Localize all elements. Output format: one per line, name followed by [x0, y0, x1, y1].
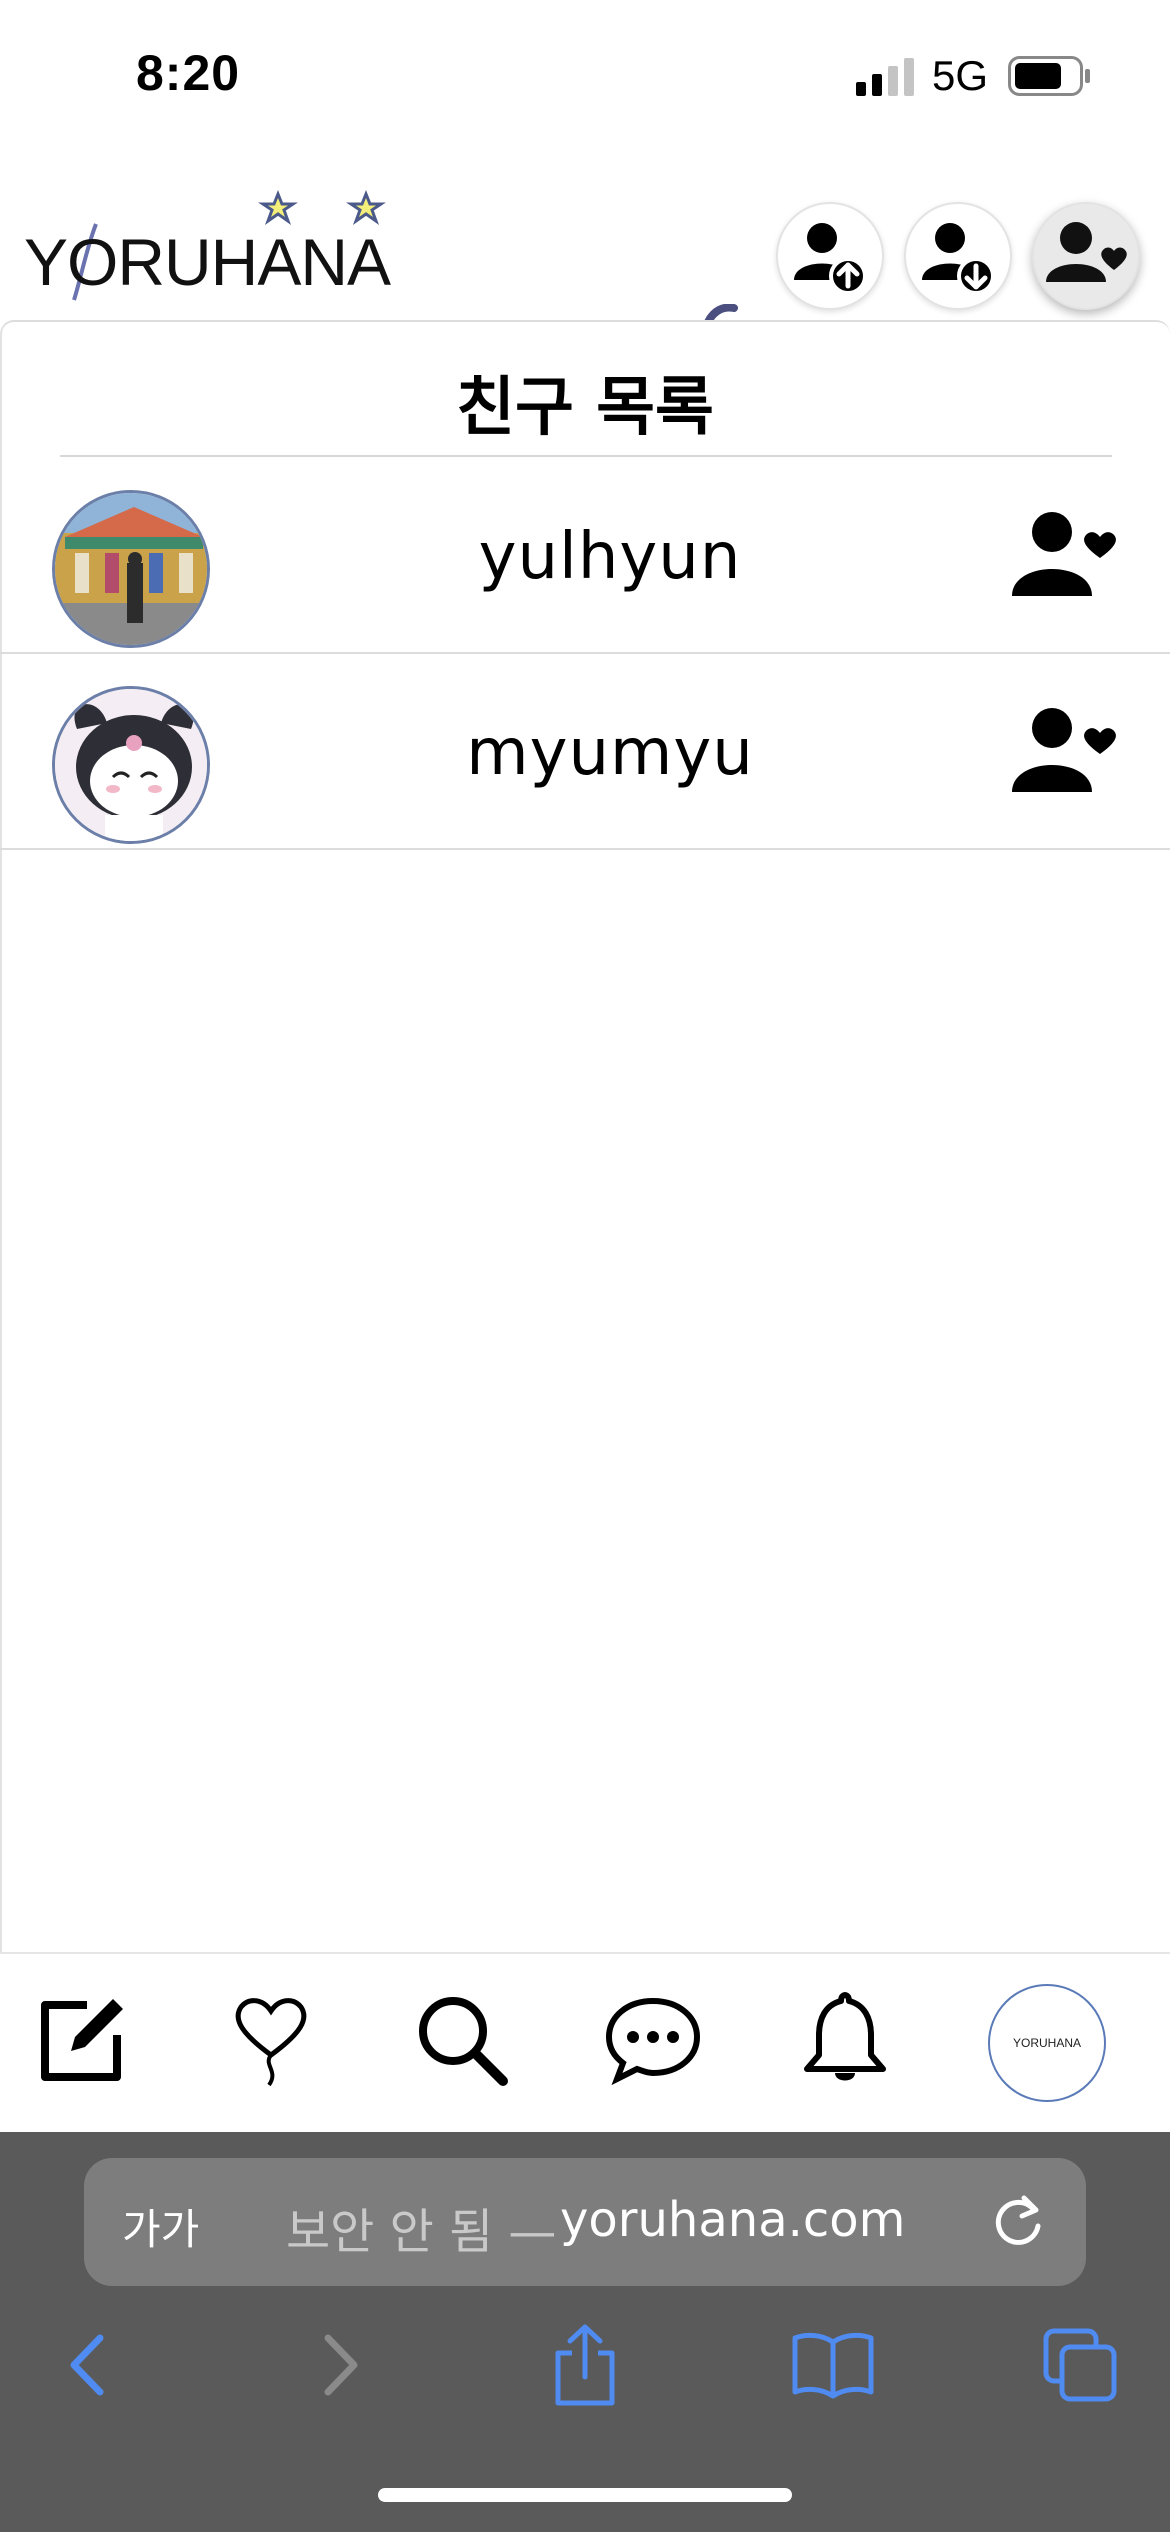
- nav-likes-button[interactable]: [216, 1984, 326, 2094]
- reload-icon[interactable]: [990, 2190, 1046, 2250]
- user-heart-icon[interactable]: [1008, 704, 1122, 794]
- back-icon: [70, 2334, 104, 2396]
- bookmarks-icon: [792, 2332, 874, 2399]
- nav-write-button[interactable]: [28, 1984, 138, 2094]
- page-settings-button[interactable]: 가가: [122, 2196, 199, 2257]
- search-icon: [419, 1997, 508, 2086]
- chat-bubble-icon: [605, 1997, 701, 2086]
- nav-profile-avatar[interactable]: YORUHANA: [988, 1984, 1106, 2102]
- signal-icon: [856, 58, 914, 96]
- bell-icon: [804, 1992, 886, 2081]
- forward-icon: [324, 2334, 358, 2396]
- friend-row[interactable]: yulhyun: [0, 458, 1170, 654]
- received-requests-button[interactable]: [904, 202, 1012, 310]
- share-icon: [555, 2324, 615, 2406]
- heart-balloon-icon: [235, 1998, 307, 2087]
- forward-button[interactable]: [290, 2320, 390, 2410]
- friends-list-button[interactable]: [1032, 202, 1140, 310]
- battery-icon: [1008, 56, 1090, 96]
- user-heart-icon: [1046, 222, 1127, 282]
- security-warning: 보안 안 됨 —: [286, 2204, 557, 2260]
- friend-name[interactable]: myumyu: [0, 716, 1170, 790]
- share-button[interactable]: [535, 2320, 635, 2410]
- status-bar: 8:20 5G: [0, 0, 1170, 140]
- home-indicator: [378, 2488, 792, 2502]
- nav-search-button[interactable]: [406, 1984, 516, 2094]
- bookmarks-button[interactable]: [783, 2320, 883, 2410]
- friend-row[interactable]: myumyu: [0, 654, 1170, 850]
- user-heart-icon[interactable]: [1008, 508, 1122, 598]
- bottom-nav: YORUHANA: [0, 1952, 1170, 2132]
- sent-requests-button[interactable]: [776, 202, 884, 310]
- title-divider: [60, 455, 1112, 457]
- edit-icon: [41, 1999, 123, 2081]
- nav-chat-button[interactable]: [598, 1984, 708, 2094]
- panel-title: 친구 목록: [456, 371, 714, 445]
- nav-notifications-button[interactable]: [790, 1984, 900, 2094]
- user-download-icon: [922, 223, 995, 295]
- network-label: 5G: [932, 52, 989, 99]
- logo-text: YORUHANA: [24, 225, 391, 299]
- tabs-button[interactable]: [1030, 2320, 1130, 2410]
- url-domain[interactable]: yoruhana.com: [560, 2192, 905, 2248]
- friend-name[interactable]: yulhyun: [0, 520, 1170, 594]
- user-upload-icon: [794, 223, 867, 295]
- tabs-icon: [1043, 2328, 1117, 2402]
- status-time: 8:20: [136, 45, 241, 101]
- logo[interactable]: YORUHANA: [24, 190, 394, 310]
- back-button[interactable]: [38, 2320, 138, 2410]
- profile-avatar-text: YORUHANA: [1012, 2036, 1081, 2050]
